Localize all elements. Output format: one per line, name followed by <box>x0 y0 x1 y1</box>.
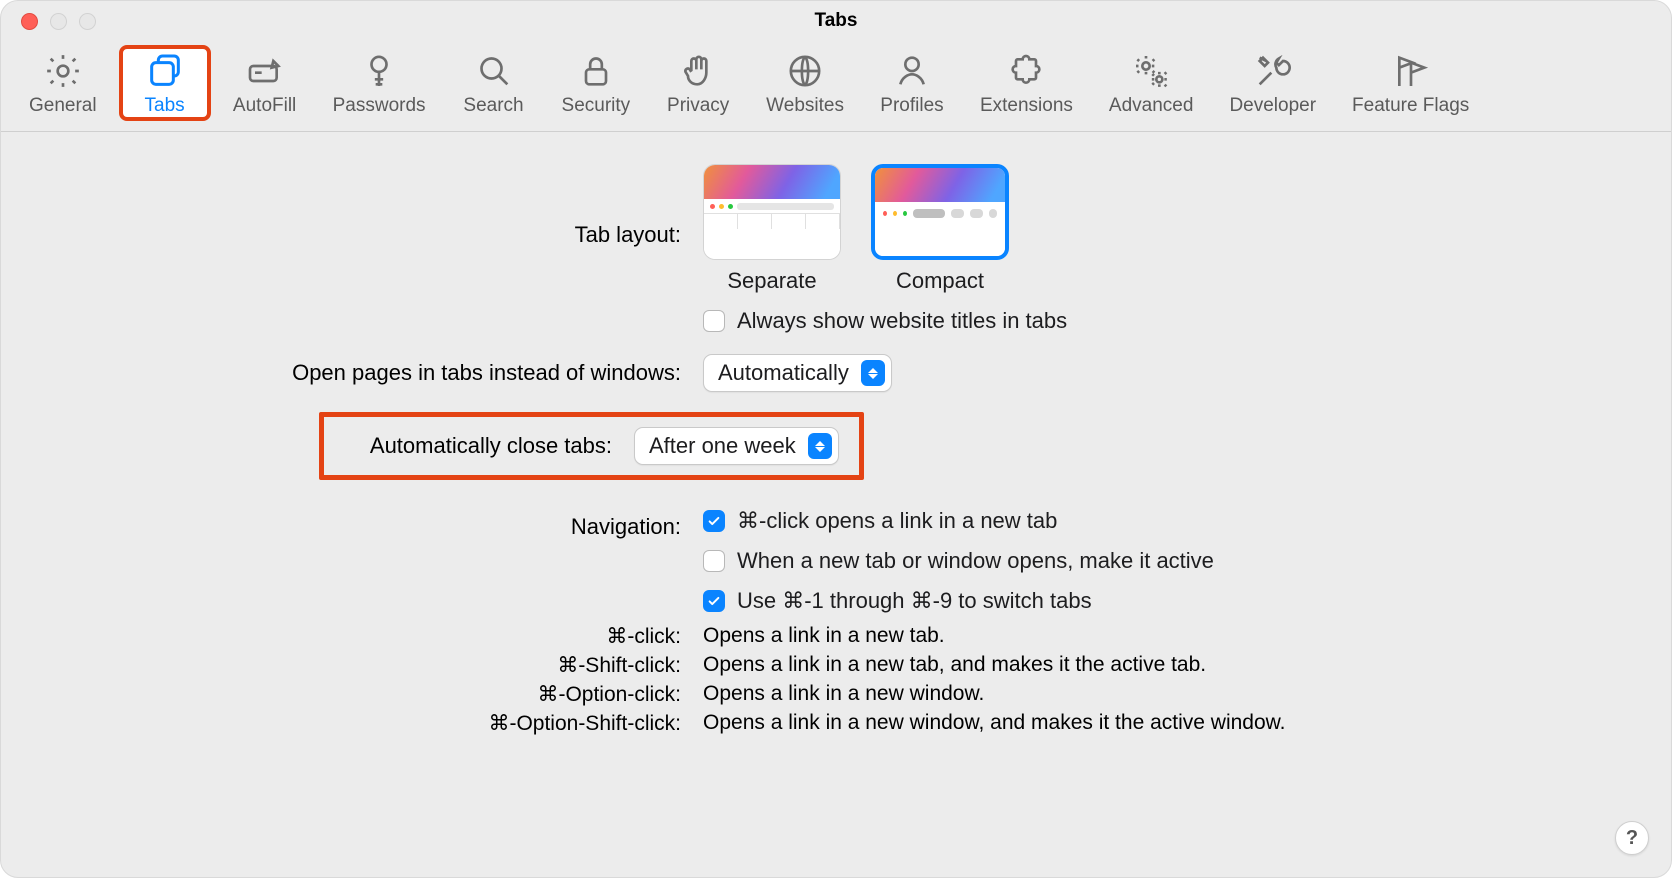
highlight-auto-close: Automatically close tabs: After one week <box>319 412 864 480</box>
key-icon <box>359 51 399 91</box>
toolbar-item-profiles[interactable]: Profiles <box>866 45 958 121</box>
label-open-pages: Open pages in tabs instead of windows: <box>41 354 681 386</box>
toolbar-label: AutoFill <box>233 95 296 117</box>
toolbar-item-privacy[interactable]: Privacy <box>652 45 744 121</box>
toolbar-item-advanced[interactable]: Advanced <box>1095 45 1208 121</box>
checkbox-label: ⌘-click opens a link in a new tab <box>737 508 1057 534</box>
window-title: Tabs <box>1 10 1671 32</box>
toolbar-label: Security <box>562 95 631 117</box>
toolbar-label: Extensions <box>980 95 1073 117</box>
toolbar-label: Feature Flags <box>1352 95 1469 117</box>
shortcut-hints: ⌘-click: Opens a link in a new tab. ⌘-Sh… <box>41 624 1631 736</box>
checkbox-always-show-titles[interactable]: Always show website titles in tabs <box>703 308 1067 334</box>
preferences-window: Tabs General Tabs AutoFill Passwords Sea… <box>0 0 1672 878</box>
layout-caption: Compact <box>896 268 984 294</box>
toolbar-label: Websites <box>766 95 844 117</box>
preferences-toolbar: General Tabs AutoFill Passwords Search S… <box>1 41 1671 132</box>
checkbox-box <box>703 510 725 532</box>
puzzle-icon <box>1006 51 1046 91</box>
autofill-icon <box>245 51 285 91</box>
toolbar-item-extensions[interactable]: Extensions <box>966 45 1087 121</box>
row-navigation: Navigation: ⌘-click opens a link in a ne… <box>41 508 1631 614</box>
tools-icon <box>1253 51 1293 91</box>
toolbar-label: Search <box>463 95 523 117</box>
toolbar-label: Passwords <box>333 95 426 117</box>
toolbar-item-websites[interactable]: Websites <box>752 45 858 121</box>
hint-val: Opens a link in a new window. <box>703 682 1631 707</box>
titlebar: Tabs <box>1 1 1671 41</box>
checkbox-box <box>703 590 725 612</box>
label-auto-close: Automatically close tabs: <box>332 433 612 459</box>
toolbar-item-tabs[interactable]: Tabs <box>119 45 211 121</box>
hand-icon <box>678 51 718 91</box>
hint-val: Opens a link in a new tab, and makes it … <box>703 653 1631 678</box>
toolbar-item-passwords[interactable]: Passwords <box>319 45 440 121</box>
toolbar-label: Profiles <box>880 95 943 117</box>
label-tab-layout: Tab layout: <box>41 164 681 248</box>
checkbox-cmd-click-new-tab[interactable]: ⌘-click opens a link in a new tab <box>703 508 1057 534</box>
search-icon <box>474 51 514 91</box>
label-navigation: Navigation: <box>41 508 681 540</box>
layout-option-separate[interactable]: Separate <box>703 164 841 294</box>
toolbar-item-security[interactable]: Security <box>548 45 645 121</box>
checkbox-box <box>703 550 725 572</box>
gear-icon <box>43 51 83 91</box>
checkbox-label: When a new tab or window opens, make it … <box>737 548 1214 574</box>
row-open-pages: Open pages in tabs instead of windows: A… <box>41 354 1631 392</box>
select-value: Automatically <box>718 360 861 386</box>
help-icon: ? <box>1626 827 1638 850</box>
hint-key: ⌘-Option-Shift-click: <box>41 711 681 736</box>
lock-icon <box>576 51 616 91</box>
hint-key: ⌘-Shift-click: <box>41 653 681 678</box>
toolbar-item-developer[interactable]: Developer <box>1215 45 1330 121</box>
layout-option-compact[interactable]: Compact <box>871 164 1009 294</box>
row-tab-layout: Tab layout: Separate <box>41 164 1631 334</box>
layout-preview-separate <box>703 164 841 260</box>
tabs-icon <box>145 51 185 91</box>
toolbar-label: Advanced <box>1109 95 1194 117</box>
toolbar-item-feature-flags[interactable]: Feature Flags <box>1338 45 1483 121</box>
select-open-pages[interactable]: Automatically <box>703 354 892 392</box>
checkbox-box <box>703 310 725 332</box>
checkbox-new-tab-active[interactable]: When a new tab or window opens, make it … <box>703 548 1214 574</box>
toolbar-label: Privacy <box>667 95 729 117</box>
hint-val: Opens a link in a new tab. <box>703 624 1631 649</box>
toolbar-label: Tabs <box>145 95 185 117</box>
layout-caption: Separate <box>727 268 816 294</box>
stepper-arrows-icon <box>808 433 832 459</box>
select-value: After one week <box>649 433 808 459</box>
toolbar-label: Developer <box>1229 95 1316 117</box>
toolbar-item-general[interactable]: General <box>15 45 111 121</box>
hint-key: ⌘-Option-click: <box>41 682 681 707</box>
row-auto-close: Automatically close tabs: After one week <box>331 412 1631 480</box>
hint-key: ⌘-click: <box>41 624 681 649</box>
select-auto-close[interactable]: After one week <box>634 427 839 465</box>
toolbar-item-autofill[interactable]: AutoFill <box>219 45 311 121</box>
tabs-pane: Tab layout: Separate <box>1 132 1671 756</box>
profile-icon <box>892 51 932 91</box>
toolbar-label: General <box>29 95 97 117</box>
stepper-arrows-icon <box>861 360 885 386</box>
layout-preview-compact <box>871 164 1009 260</box>
help-button[interactable]: ? <box>1615 821 1649 855</box>
hint-val: Opens a link in a new window, and makes … <box>703 711 1631 736</box>
globe-icon <box>785 51 825 91</box>
toolbar-item-search[interactable]: Search <box>448 45 540 121</box>
flags-icon <box>1391 51 1431 91</box>
checkbox-cmd-numbers[interactable]: Use ⌘-1 through ⌘-9 to switch tabs <box>703 588 1092 614</box>
checkbox-label: Use ⌘-1 through ⌘-9 to switch tabs <box>737 588 1092 614</box>
gears-icon <box>1131 51 1171 91</box>
checkbox-label: Always show website titles in tabs <box>737 308 1067 334</box>
